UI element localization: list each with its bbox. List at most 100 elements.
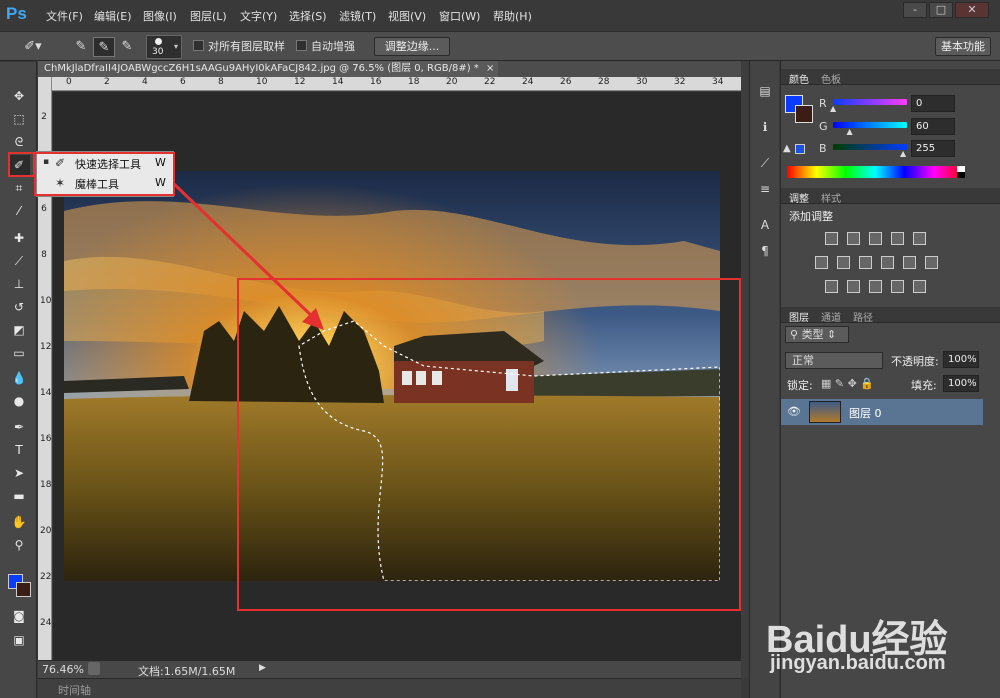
- slider-thumb-icon[interactable]: ▲: [830, 104, 836, 113]
- threshold-icon[interactable]: [869, 280, 882, 293]
- menu-help[interactable]: 帮助(H): [493, 8, 532, 24]
- levels-icon[interactable]: [847, 232, 860, 245]
- color-ramp[interactable]: [787, 166, 963, 178]
- menu-file[interactable]: 文件(F): [46, 8, 83, 24]
- tab-layers[interactable]: 图层: [789, 309, 809, 324]
- auto-enhance-checkbox[interactable]: [296, 40, 307, 51]
- brush-panel-icon[interactable]: ⟋: [755, 153, 775, 173]
- tab-color[interactable]: 颜色: [789, 71, 809, 86]
- slider-thumb-icon[interactable]: ▲: [900, 149, 906, 158]
- invert-icon[interactable]: [825, 280, 838, 293]
- selective-color-icon[interactable]: [891, 280, 904, 293]
- channel-r-value[interactable]: 0: [911, 95, 955, 112]
- eraser-tool-icon[interactable]: ◩: [8, 320, 30, 340]
- pen-tool-icon[interactable]: ✒: [8, 417, 30, 437]
- add-to-selection-icon[interactable]: ✎: [93, 37, 115, 57]
- zoom-tool-icon[interactable]: ⚲: [8, 535, 30, 555]
- layer-row[interactable]: 👁 图层 0: [781, 399, 983, 425]
- menu-window[interactable]: 窗口(W): [439, 8, 480, 24]
- tab-adjustments[interactable]: 调整: [789, 190, 809, 205]
- tab-styles[interactable]: 样式: [821, 190, 841, 205]
- brush-presets-icon[interactable]: ≡: [755, 179, 775, 199]
- color-lookup-icon[interactable]: [925, 256, 938, 269]
- layer-filter-select[interactable]: ⚲ 类型 ⇕: [785, 326, 849, 343]
- black-white-ramp[interactable]: [957, 166, 965, 178]
- status-info-icon[interactable]: [88, 662, 100, 675]
- menu-image[interactable]: 图像(I): [143, 8, 177, 24]
- channel-g-slider[interactable]: ▲: [833, 122, 907, 136]
- menu-layer[interactable]: 图层(L): [190, 8, 227, 24]
- background-color-swatch[interactable]: [16, 582, 31, 597]
- clone-stamp-tool-icon[interactable]: ⊥: [8, 274, 30, 294]
- sample-all-layers-checkbox[interactable]: [193, 40, 204, 51]
- move-tool-icon[interactable]: ✥: [8, 86, 30, 106]
- timeline-panel[interactable]: 时间轴: [38, 678, 741, 698]
- hue-saturation-icon[interactable]: [815, 256, 828, 269]
- subtract-selection-icon[interactable]: ✎: [116, 37, 138, 57]
- hand-tool-icon[interactable]: ✋: [8, 512, 30, 532]
- shape-tool-icon[interactable]: ▬: [8, 486, 30, 506]
- eye-icon[interactable]: 👁: [787, 405, 801, 418]
- type-tool-icon[interactable]: T: [8, 440, 30, 460]
- channel-r-slider[interactable]: ▲: [830, 99, 907, 113]
- restore-button[interactable]: □: [929, 2, 953, 18]
- photo-filter-icon[interactable]: [881, 256, 894, 269]
- marquee-tool-icon[interactable]: ⬚: [8, 109, 30, 129]
- slider-thumb-icon[interactable]: ▲: [846, 127, 852, 136]
- fill-value[interactable]: 100%: [943, 375, 979, 392]
- blur-tool-icon[interactable]: 💧: [8, 368, 30, 388]
- crop-tool-icon[interactable]: ⌗: [8, 178, 30, 198]
- dodge-tool-icon[interactable]: ●: [8, 391, 30, 411]
- paragraph-panel-icon[interactable]: ¶: [755, 241, 775, 261]
- channel-g-value[interactable]: 60: [911, 118, 955, 135]
- quick-mask-icon[interactable]: ◙: [8, 606, 30, 626]
- channel-b-slider[interactable]: ▲: [833, 144, 907, 158]
- menu-type[interactable]: 文字(Y): [240, 8, 277, 24]
- document-tab[interactable]: ChMkJlaDfraII4JOABWgccZ6H1sAAGu9AHyI0kAF…: [38, 61, 498, 77]
- character-panel-icon[interactable]: A: [755, 215, 775, 235]
- workspace-button[interactable]: 基本功能: [935, 37, 991, 56]
- vibrance-icon[interactable]: [913, 232, 926, 245]
- tab-paths[interactable]: 路径: [853, 309, 873, 324]
- zoom-level[interactable]: 76.46%: [42, 663, 84, 676]
- menu-filter[interactable]: 滤镜(T): [339, 8, 376, 24]
- vertical-scrollbar[interactable]: [741, 61, 748, 678]
- blend-mode-select[interactable]: 正常: [785, 352, 883, 369]
- exposure-icon[interactable]: [891, 232, 904, 245]
- opacity-value[interactable]: 100%: [943, 351, 979, 368]
- history-brush-tool-icon[interactable]: ↺: [8, 297, 30, 317]
- menu-select[interactable]: 选择(S): [289, 8, 327, 24]
- web-safe-swatch[interactable]: [795, 144, 805, 154]
- channel-mixer-icon[interactable]: [903, 256, 916, 269]
- path-selection-tool-icon[interactable]: ➤: [8, 463, 30, 483]
- color-bg-swatch[interactable]: [795, 105, 813, 123]
- brush-size-picker[interactable]: 30 ▾: [146, 35, 182, 59]
- history-panel-icon[interactable]: ▤: [755, 81, 775, 101]
- color-balance-icon[interactable]: [837, 256, 850, 269]
- screen-mode-icon[interactable]: ▣: [8, 630, 30, 650]
- menu-view[interactable]: 视图(V): [388, 8, 426, 24]
- channel-b-value[interactable]: 255: [911, 140, 955, 157]
- lasso-tool-icon[interactable]: ᘓ: [8, 132, 30, 152]
- minimize-button[interactable]: -: [903, 2, 927, 18]
- healing-brush-tool-icon[interactable]: ✚: [8, 228, 30, 248]
- tool-preset-icon[interactable]: ✐▾: [22, 37, 44, 57]
- new-selection-icon[interactable]: ✎: [70, 37, 92, 57]
- gradient-map-icon[interactable]: [913, 280, 926, 293]
- close-button[interactable]: ✕: [955, 2, 989, 18]
- brush-tool-icon[interactable]: ⟋: [8, 251, 30, 271]
- tab-swatches[interactable]: 色板: [821, 71, 841, 86]
- eyedropper-tool-icon[interactable]: ⁄: [8, 201, 30, 221]
- status-menu-arrow-icon[interactable]: ▶: [259, 663, 266, 673]
- tab-channels[interactable]: 通道: [821, 309, 841, 324]
- posterize-icon[interactable]: [847, 280, 860, 293]
- black-white-icon[interactable]: [859, 256, 872, 269]
- gradient-tool-icon[interactable]: ▭: [8, 343, 30, 363]
- refine-edge-button[interactable]: 调整边缘...: [374, 37, 450, 56]
- lock-icons[interactable]: ▦ ✎ ✥ 🔒: [821, 377, 874, 390]
- close-tab-icon[interactable]: ×: [486, 63, 494, 74]
- curves-icon[interactable]: [869, 232, 882, 245]
- menu-edit[interactable]: 编辑(E): [94, 8, 132, 24]
- info-panel-icon[interactable]: ℹ: [755, 117, 775, 137]
- brightness-icon[interactable]: [825, 232, 838, 245]
